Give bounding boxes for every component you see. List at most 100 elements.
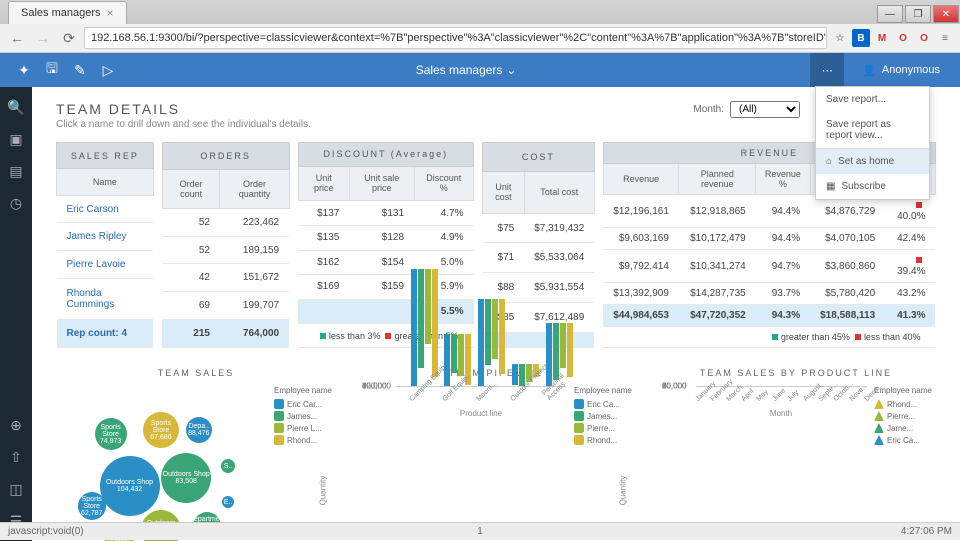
- table-row[interactable]: 52223,462: [162, 208, 289, 236]
- legend-item[interactable]: Jame...: [874, 423, 936, 433]
- legend-item[interactable]: Eric Ca...: [874, 435, 936, 445]
- gmail-icon[interactable]: M: [873, 29, 891, 47]
- window-minimize-button[interactable]: —: [877, 5, 903, 23]
- forward-button[interactable]: →: [32, 27, 54, 49]
- browser-tab-bar: Sales managers × — ❐ ✕: [0, 0, 960, 24]
- bar[interactable]: [458, 334, 464, 376]
- table-row[interactable]: $9,603,169$10,172,47994.4%$4,070,10542.4…: [603, 228, 935, 250]
- bar-chart[interactable]: 020,00040,00060,00080,000100,000120,000C…: [396, 386, 566, 387]
- recent-icon[interactable]: ◷: [4, 191, 28, 215]
- legend-item[interactable]: James...: [574, 411, 636, 421]
- bar[interactable]: [411, 269, 417, 386]
- page-indicator: 1: [477, 526, 483, 537]
- bar[interactable]: [512, 364, 518, 385]
- more-dropdown-menu: Save report... Save report as report vie…: [815, 86, 930, 200]
- window-close-button[interactable]: ✕: [933, 5, 959, 23]
- url-field[interactable]: 192.168.56.1:9300/bi/?perspective=classi…: [84, 27, 827, 49]
- user-menu[interactable]: 👤 Anonymous: [852, 64, 950, 77]
- notifications-icon[interactable]: ◫: [4, 477, 28, 501]
- clock: 4:27:06 PM: [901, 526, 952, 537]
- month-select[interactable]: (All): [730, 101, 800, 118]
- save-icon[interactable]: 🖫: [38, 56, 66, 84]
- area-chart[interactable]: 010,00020,00030,00040,00050,00060,00070,…: [696, 386, 866, 387]
- bubble[interactable]: S..: [221, 459, 235, 473]
- close-tab-icon[interactable]: ×: [107, 6, 114, 20]
- new-icon[interactable]: ⊕: [4, 413, 28, 437]
- legend-item[interactable]: Pierre L...: [274, 423, 336, 433]
- x-axis-label: Month: [696, 409, 866, 418]
- bar[interactable]: [425, 269, 431, 344]
- bar[interactable]: [444, 334, 450, 387]
- app-logo-icon[interactable]: ✦: [10, 56, 38, 84]
- table-row[interactable]: Rhonda Cummings: [57, 278, 154, 320]
- legend-item[interactable]: Pierre...: [874, 411, 936, 421]
- table-row[interactable]: $13,392,909$14,287,73593.7%$5,780,42043.…: [603, 283, 935, 305]
- bubble-chart[interactable]: Outdoors Shop104,432Outdoors Shop83,508 S…: [56, 386, 266, 541]
- play-icon[interactable]: ▷: [94, 56, 122, 84]
- left-nav-rail: 🔍 ▣ ▤ ◷ ⊕ ⇧ ◫ ☰: [0, 87, 32, 541]
- legend-item[interactable]: James...: [274, 411, 336, 421]
- bubble[interactable]: Depa..88,476: [186, 417, 212, 443]
- table-row[interactable]: $169$1595.9%: [298, 275, 473, 300]
- content-icon[interactable]: ▣: [4, 127, 28, 151]
- table-row[interactable]: $162$1545.0%: [298, 250, 473, 275]
- window-maximize-button[interactable]: ❐: [905, 5, 931, 23]
- bar[interactable]: [478, 299, 484, 386]
- upload-icon[interactable]: ⇧: [4, 445, 28, 469]
- menu-save-as-view[interactable]: Save report as report view...: [816, 112, 929, 148]
- opera-icon-2[interactable]: O: [915, 29, 933, 47]
- legend-item[interactable]: Eric Car...: [274, 399, 336, 409]
- browser-tab[interactable]: Sales managers ×: [8, 1, 127, 24]
- table-row[interactable]: $71$5,533,064: [483, 243, 595, 273]
- bar[interactable]: [418, 269, 424, 368]
- legend-item[interactable]: Rhond...: [274, 435, 336, 445]
- table-row[interactable]: James Ripley: [57, 223, 154, 251]
- bar[interactable]: [451, 334, 457, 373]
- bar[interactable]: [485, 299, 491, 365]
- bubble[interactable]: Sports Store62,787: [78, 492, 106, 520]
- table-row[interactable]: Pierre Lavoie: [57, 251, 154, 279]
- legend-item[interactable]: Eric Ca...: [574, 399, 636, 409]
- bar[interactable]: [432, 269, 438, 377]
- menu-subscribe[interactable]: ▦Subscribe: [816, 174, 929, 199]
- search-icon[interactable]: 🔍: [4, 95, 28, 119]
- bar[interactable]: [492, 299, 498, 359]
- legend-item[interactable]: Pierre...: [574, 423, 636, 433]
- bar[interactable]: [560, 323, 566, 368]
- table-row[interactable]: $137$1314.7%: [298, 201, 473, 226]
- legend-item[interactable]: Rhond...: [574, 435, 636, 445]
- table-row[interactable]: 69199,707: [162, 292, 289, 320]
- table-row[interactable]: 42151,672: [162, 264, 289, 292]
- bar[interactable]: [546, 323, 552, 386]
- folder-icon[interactable]: ▤: [4, 159, 28, 183]
- report-title-dropdown[interactable]: Sales managers⌄: [416, 63, 517, 77]
- table-row[interactable]: $135$1284.9%: [298, 225, 473, 250]
- bar[interactable]: [499, 299, 505, 374]
- status-left: javascript:void(0): [8, 526, 84, 537]
- bubble[interactable]: Sports Store74,973: [95, 418, 127, 450]
- edit-icon[interactable]: ✎: [66, 56, 94, 84]
- status-bar: javascript:void(0) 1 4:27:06 PM: [0, 522, 960, 540]
- month-filter: Month: (All): [693, 101, 800, 118]
- reload-button[interactable]: ⟳: [58, 27, 80, 49]
- ext-icon-b[interactable]: B: [852, 29, 870, 47]
- more-menu-button[interactable]: ⋯: [810, 53, 844, 87]
- opera-icon[interactable]: O: [894, 29, 912, 47]
- chart-title-by-product: TEAM SALES BY PRODUCT LINE: [656, 368, 936, 378]
- back-button[interactable]: ←: [6, 27, 28, 49]
- bubble[interactable]: Sports Store67,686: [143, 412, 179, 448]
- menu-icon[interactable]: ≡: [936, 29, 954, 47]
- bubble[interactable]: Outdoors Shop104,432: [100, 456, 160, 516]
- bookmark-icon[interactable]: ☆: [831, 29, 849, 47]
- menu-set-as-home[interactable]: ⌂Set as home: [816, 149, 929, 174]
- table-row[interactable]: Eric Carson: [57, 195, 154, 223]
- bubble[interactable]: Outdoors Shop83,508: [161, 453, 211, 503]
- table-row[interactable]: 52189,159: [162, 236, 289, 264]
- bubble[interactable]: E..: [222, 496, 234, 508]
- bar[interactable]: [553, 323, 559, 380]
- bar[interactable]: [567, 323, 573, 377]
- legend-item[interactable]: Rhond...: [874, 399, 936, 409]
- table-row[interactable]: $75$7,319,432: [483, 213, 595, 243]
- menu-save-report[interactable]: Save report...: [816, 87, 929, 112]
- table-row[interactable]: $9,792,414$10,341,27494.7%$3,860,86039.4…: [603, 250, 935, 283]
